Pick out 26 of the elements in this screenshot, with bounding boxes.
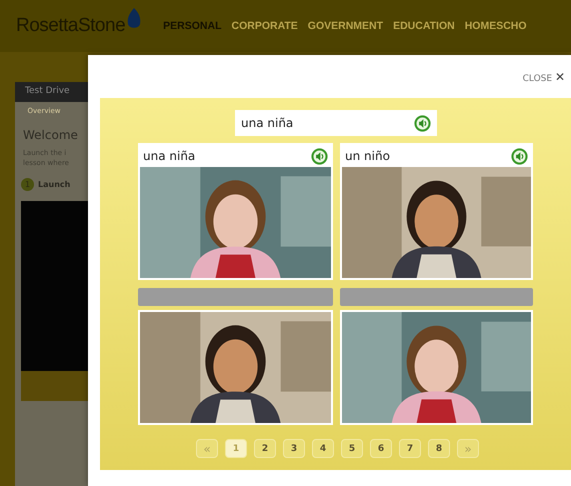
speaker-icon[interactable] — [311, 148, 328, 164]
drop-logo-icon — [127, 8, 142, 30]
step-label[interactable]: Launch — [38, 180, 70, 189]
card-label: una niña — [143, 149, 196, 163]
page-button[interactable]: 7 — [399, 439, 421, 458]
nav-link[interactable]: EDUCATION — [393, 20, 455, 32]
nav-link[interactable]: GOVERNMENT — [308, 20, 384, 32]
close-button[interactable]: CLOSE ✕ — [518, 68, 569, 86]
page-button[interactable]: 3 — [283, 439, 305, 458]
page-button[interactable]: 6 — [370, 439, 392, 458]
nav-link[interactable]: CORPORATE — [231, 20, 298, 32]
page-button[interactable]: 2 — [254, 439, 276, 458]
page-button[interactable]: 1 — [225, 439, 247, 458]
page-button[interactable]: 5 — [341, 439, 363, 458]
page-button[interactable]: 4 — [312, 439, 334, 458]
answer-card[interactable] — [340, 288, 533, 425]
page-button[interactable]: 8 — [428, 439, 450, 458]
answer-card[interactable]: un niño — [340, 143, 533, 280]
answer-card[interactable] — [138, 288, 333, 425]
nav-link[interactable]: HOMESCHO — [464, 20, 527, 32]
speaker-icon[interactable] — [414, 114, 431, 132]
prompt-text: una niña — [241, 116, 294, 130]
speaker-icon[interactable] — [511, 148, 528, 164]
heading: Welcome — [23, 128, 79, 142]
card-label: un niño — [345, 149, 390, 163]
answer-card[interactable]: una niña — [138, 143, 333, 280]
